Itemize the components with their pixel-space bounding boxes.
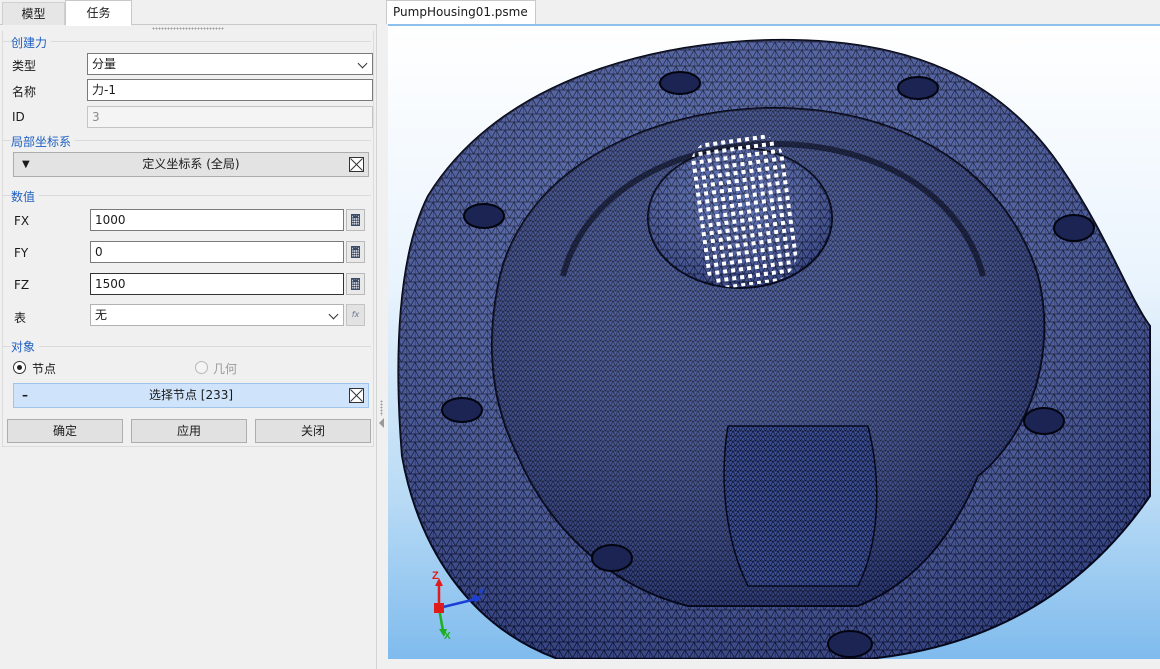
table-label: 表 bbox=[14, 311, 27, 325]
type-label: 类型 bbox=[12, 59, 37, 73]
fz-calculator-button[interactable] bbox=[346, 273, 365, 295]
splitter-grip-icon bbox=[380, 400, 383, 416]
radio-geometry-label: 几何 bbox=[213, 362, 238, 376]
create-force-form: 创建力 类型 分量 名称 力-1 ID 3 局部坐标系 ▼ 定义坐标系 (全局) bbox=[2, 31, 374, 447]
id-field: 3 bbox=[87, 106, 373, 128]
section-divider bbox=[3, 41, 371, 42]
define-csys-bar[interactable]: ▼ 定义坐标系 (全局) bbox=[13, 152, 369, 177]
calculator-icon bbox=[351, 246, 360, 258]
section-divider bbox=[3, 346, 371, 347]
fx-calculator-button[interactable] bbox=[346, 209, 365, 231]
fz-input-value: 1500 bbox=[95, 277, 126, 291]
clear-selection-icon[interactable] bbox=[349, 388, 364, 403]
id-label: ID bbox=[12, 110, 25, 124]
radio-nodes[interactable] bbox=[13, 361, 26, 374]
table-select[interactable]: 无 bbox=[90, 304, 344, 326]
ok-button[interactable]: 确定 bbox=[7, 419, 123, 443]
graphics-viewport[interactable]: Z Y X bbox=[388, 24, 1160, 659]
panel-grip[interactable] bbox=[152, 27, 224, 30]
fy-input[interactable]: 0 bbox=[90, 241, 344, 263]
radio-geometry[interactable] bbox=[195, 361, 208, 374]
application-window: 模型 任务 创建力 类型 分量 名称 力-1 ID 3 局部坐标系 ▼ 定义坐标… bbox=[0, 0, 1160, 669]
name-input-value: 力-1 bbox=[92, 83, 116, 97]
tab-model[interactable]: 模型 bbox=[2, 2, 65, 25]
close-button[interactable]: 关闭 bbox=[255, 419, 371, 443]
type-select-value: 分量 bbox=[92, 57, 117, 71]
triad-x-label: X bbox=[444, 631, 451, 642]
radio-nodes-label[interactable]: 节点 bbox=[32, 360, 56, 377]
clear-csys-icon[interactable] bbox=[349, 157, 364, 172]
section-title-target: 对象 bbox=[11, 338, 40, 355]
tab-task[interactable]: 任务 bbox=[65, 0, 132, 26]
calculator-icon bbox=[351, 278, 360, 290]
fy-label: FY bbox=[14, 246, 29, 260]
name-input[interactable]: 力-1 bbox=[87, 79, 373, 101]
fy-input-value: 0 bbox=[95, 245, 103, 259]
define-csys-label: 定义坐标系 (全局) bbox=[142, 157, 240, 171]
section-title-local-csys: 局部坐标系 bbox=[11, 133, 76, 150]
select-nodes-label: 选择节点 [233] bbox=[148, 388, 234, 402]
section-title-values: 数值 bbox=[11, 188, 40, 205]
id-field-value: 3 bbox=[92, 110, 100, 124]
outlet-neck bbox=[723, 425, 878, 587]
table-select-value: 无 bbox=[95, 308, 108, 322]
apply-button[interactable]: 应用 bbox=[131, 419, 247, 443]
task-panel: 模型 任务 创建力 类型 分量 名称 力-1 ID 3 局部坐标系 ▼ 定义坐标… bbox=[0, 0, 377, 669]
select-nodes-bar[interactable]: – 选择节点 [233] bbox=[13, 383, 369, 408]
document-area: PumpHousing01.psme * bbox=[386, 0, 1160, 669]
mesh-model-view: Z Y X bbox=[397, 38, 1151, 659]
name-label: 名称 bbox=[12, 85, 37, 99]
fz-input[interactable]: 1500 bbox=[90, 273, 344, 295]
section-title-create-force: 创建力 bbox=[11, 34, 52, 51]
calculator-icon bbox=[351, 214, 360, 226]
fx-input[interactable]: 1000 bbox=[90, 209, 344, 231]
collapse-arrow-icon[interactable] bbox=[379, 418, 384, 428]
triad-y-label: Y bbox=[478, 587, 486, 599]
function-button[interactable]: fx bbox=[346, 304, 365, 326]
section-divider bbox=[3, 195, 371, 196]
fx-input-value: 1000 bbox=[95, 213, 126, 227]
type-select[interactable]: 分量 bbox=[87, 53, 373, 75]
panel-tabbar: 模型 任务 bbox=[0, 0, 377, 26]
triad-z-label: Z bbox=[432, 570, 439, 582]
panel-splitter[interactable] bbox=[378, 0, 386, 669]
function-icon: fx bbox=[351, 310, 360, 319]
fz-label: FZ bbox=[14, 278, 30, 292]
document-tab[interactable]: PumpHousing01.psme * bbox=[386, 0, 536, 42]
fx-label: FX bbox=[14, 214, 30, 228]
fy-calculator-button[interactable] bbox=[346, 241, 365, 263]
